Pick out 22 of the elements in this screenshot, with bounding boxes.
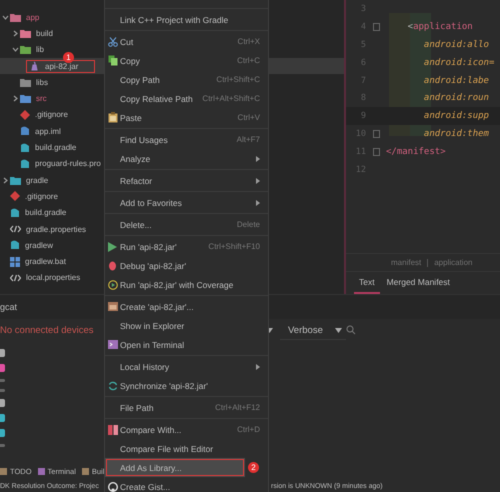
shortcut-text: Ctrl+D xyxy=(237,425,260,434)
shortcut-text: Ctrl+Alt+F12 xyxy=(215,403,260,412)
code-line: android:allo xyxy=(422,40,489,50)
code-line: android:labe xyxy=(422,76,489,86)
shortcut-text: Alt+F7 xyxy=(236,135,260,144)
shortcut-text: Ctrl+C xyxy=(237,56,260,65)
code-line: android:roun xyxy=(422,93,489,104)
code-line: android:icon= xyxy=(422,58,494,68)
panel-title: gcat xyxy=(0,302,18,312)
code-line: android:supp xyxy=(422,111,489,122)
code-line: <application xyxy=(406,22,473,32)
shortcut-text: Ctrl+Alt+Shift+C xyxy=(202,94,260,103)
shortcut-text: Ctrl+Shift+C xyxy=(216,75,260,84)
shortcut-text: Ctrl+V xyxy=(238,113,260,122)
code-line: </manifest> xyxy=(386,147,446,158)
shortcut-text: Ctrl+Shift+F10 xyxy=(208,242,260,251)
code-line: android:them xyxy=(422,129,489,140)
shortcut-text: Ctrl+X xyxy=(238,37,260,46)
callout-badge: 2 xyxy=(248,462,259,473)
shortcut-text: Delete xyxy=(236,220,260,229)
callout-badge: 1 xyxy=(63,52,74,63)
device-message: No connected devices xyxy=(0,324,94,336)
